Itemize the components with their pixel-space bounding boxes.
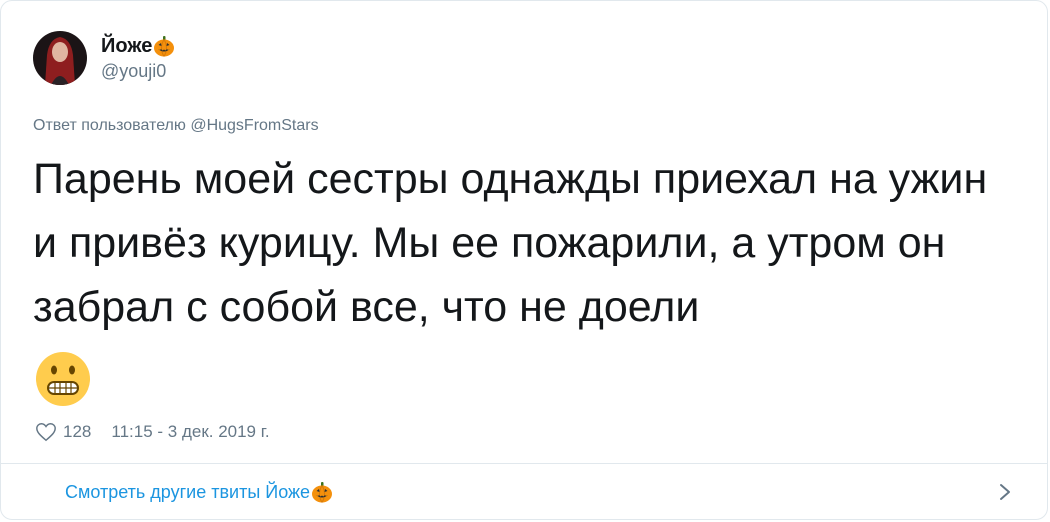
more-tweets-link[interactable]: Смотреть другие твиты Йоже	[65, 480, 334, 504]
avatar[interactable]	[33, 31, 87, 85]
pumpkin-icon	[310, 480, 334, 504]
tweet-meta: 128 11:15 - 3 дек. 2019 г.	[35, 421, 270, 443]
chevron-right-icon[interactable]	[995, 480, 1015, 504]
more-tweets-row[interactable]: Смотреть другие твиты Йоже	[1, 464, 1047, 519]
tweet-card: Йоже @youji0 Ответ пользователю @HugsFro…	[0, 0, 1048, 520]
more-tweets-label: Смотреть другие твиты Йоже	[65, 481, 311, 502]
author-names: Йоже @youji0	[101, 33, 176, 83]
grimacing-face-icon	[35, 351, 91, 407]
display-name-row[interactable]: Йоже	[101, 33, 176, 59]
display-name[interactable]: Йоже	[101, 33, 152, 59]
tweet-text: Парень моей сестры однажды приехал на уж…	[33, 155, 988, 331]
heart-icon[interactable]	[35, 421, 57, 443]
author-handle[interactable]: @youji0	[101, 59, 176, 83]
like-count[interactable]: 128	[63, 422, 91, 442]
reply-context[interactable]: Ответ пользователю @HugsFromStars	[33, 117, 319, 135]
timestamp[interactable]: 11:15 - 3 дек. 2019 г.	[111, 422, 269, 442]
tweet-header: Йоже @youji0	[33, 31, 176, 85]
pumpkin-icon	[152, 34, 176, 58]
